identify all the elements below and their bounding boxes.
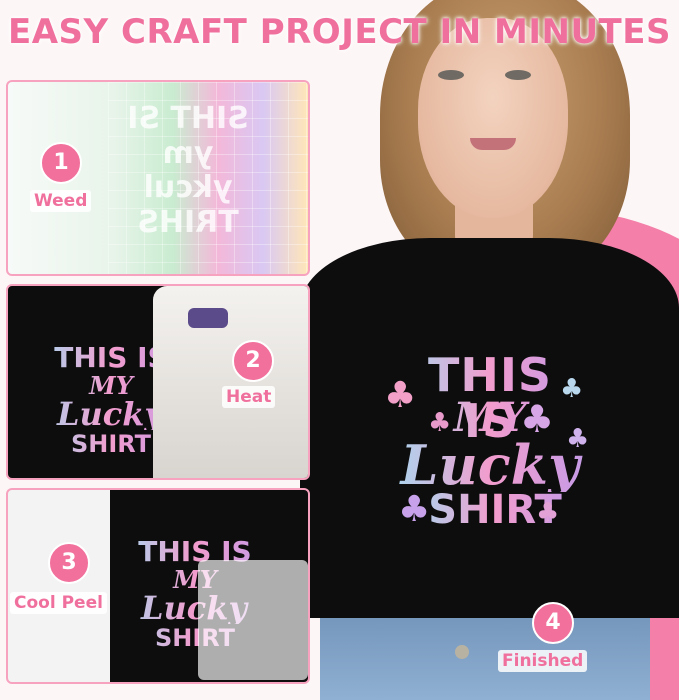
step-number-badge: 3 — [48, 542, 90, 584]
step-label: Finished — [498, 650, 588, 672]
step-panel-heat: THIS IS MY Lucky SHIRT 2 Heat — [6, 284, 310, 480]
step-panel-finished: 4 Finished — [488, 602, 618, 676]
step-label: Heat — [222, 386, 276, 408]
transfer-sheet — [198, 560, 308, 680]
step-number-badge: 1 — [40, 142, 82, 184]
mirror-line: ykcul — [143, 170, 233, 205]
jeans-button — [455, 645, 469, 659]
heat-press-machine — [153, 286, 308, 478]
step-panel-weed: SIHT SI ym ykcul TRIHS 1 Weed — [6, 80, 310, 276]
clover-icon: ♣ — [520, 397, 555, 441]
step-label: Weed — [30, 190, 92, 212]
shirt-graphic-line3: Lucky — [390, 438, 590, 492]
model-right-eye — [505, 70, 531, 80]
clover-icon: ♣ — [536, 498, 560, 528]
mirror-line: TRIHS — [137, 204, 239, 240]
model-mouth — [470, 138, 516, 150]
step-number-badge: 4 — [532, 602, 574, 644]
product-image: THIS IS MY Lucky SHIRT ♣ ♣ ♣ ♣ ♣ ♣ ♣ EAS… — [0, 0, 679, 700]
clover-icon: ♣ — [566, 424, 590, 454]
clover-icon: ♣ — [428, 408, 452, 438]
clover-icon: ♣ — [398, 489, 431, 530]
headline-title: EASY CRAFT PROJECT IN MINUTES — [8, 12, 671, 52]
clover-icon: ♣ — [384, 375, 417, 416]
mirror-line: SIHT SI — [127, 101, 249, 136]
step-label: Cool Peel — [10, 592, 107, 614]
mirror-line: ym — [162, 135, 214, 171]
step-number-badge: 2 — [232, 340, 274, 382]
model-left-eye — [438, 70, 464, 80]
clover-icon: ♣ — [560, 374, 584, 404]
step-panel-cool-peel: THIS IS MY Lucky SHIRT 3 Cool Peel — [6, 488, 310, 684]
weeded-vinyl-text: SIHT SI ym ykcul TRIHS — [88, 101, 288, 240]
heat-press-handle — [188, 308, 228, 328]
